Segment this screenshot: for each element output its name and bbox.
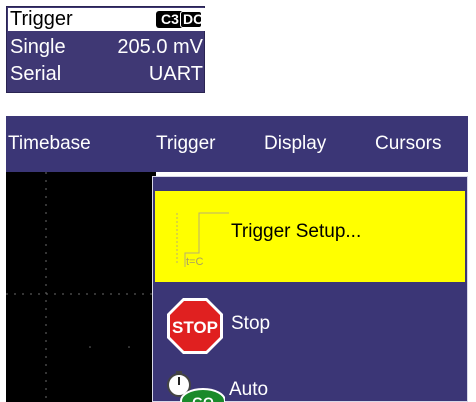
trigger-mode: Single <box>10 36 66 58</box>
menu-timebase[interactable]: Timebase <box>8 116 91 172</box>
trigger-dropdown-menu: t=C Trigger Setup... STOP Stop GO Auto <box>152 176 468 402</box>
waveform-grid <box>6 172 156 402</box>
trigger-descriptor-header: Trigger C3 DC <box>8 8 205 31</box>
menu-bar: Timebase Trigger Display Cursors <box>6 116 468 172</box>
trigger-type-row: Serial UART <box>10 62 203 87</box>
trigger-descriptor-title: Trigger <box>10 8 73 30</box>
menu-item-auto[interactable]: GO Auto <box>155 367 465 402</box>
menu-cursors[interactable]: Cursors <box>375 116 442 172</box>
trigger-setup-label: Trigger Setup... <box>231 221 362 242</box>
stop-label: Stop <box>231 313 271 334</box>
stop-sign-icon: STOP <box>167 298 223 354</box>
trigger-coupling-badge: DC <box>180 11 203 28</box>
menu-trigger[interactable]: Trigger <box>156 116 215 172</box>
trigger-level: 205.0 mV <box>117 36 203 58</box>
menu-item-trigger-setup[interactable]: t=C Trigger Setup... <box>155 191 465 282</box>
grid-lines <box>6 172 156 402</box>
svg-text:t=C: t=C <box>186 256 203 267</box>
svg-text:GO: GO <box>192 394 214 402</box>
menu-item-stop[interactable]: STOP Stop <box>155 297 465 357</box>
oscilloscope-ui: Trigger C3 DC Single 205.0 mV Serial UAR… <box>0 0 476 402</box>
trigger-descriptor-panel[interactable]: Trigger C3 DC Single 205.0 mV Serial UAR… <box>6 6 205 93</box>
trigger-mode-row: Single 205.0 mV <box>10 35 203 60</box>
menu-display[interactable]: Display <box>264 116 326 172</box>
svg-text:STOP: STOP <box>172 318 218 337</box>
stopwatch-go-icon: GO <box>167 371 225 402</box>
trigger-type: Serial <box>10 63 62 85</box>
trigger-protocol: UART <box>148 63 203 85</box>
auto-label: Auto <box>229 379 269 400</box>
trigger-setup-icon: t=C <box>176 212 229 267</box>
